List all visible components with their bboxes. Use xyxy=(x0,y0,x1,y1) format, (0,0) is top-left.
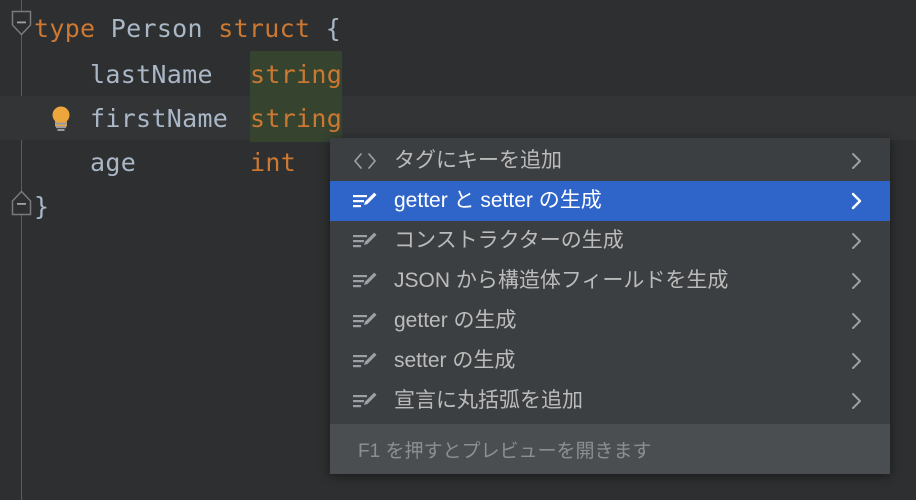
menu-item-label: getter の生成 xyxy=(394,308,517,332)
menu-item-add-parentheses-to-declaration[interactable]: 宣言に丸括弧を追加 xyxy=(330,381,890,421)
chevron-right-icon[interactable] xyxy=(850,151,864,171)
generate-pencil-icon xyxy=(352,389,382,413)
menu-item-label: 宣言に丸括弧を追加 xyxy=(394,388,583,412)
chevron-right-icon[interactable] xyxy=(850,311,864,331)
menu-item-generate-constructor[interactable]: コンストラクターの生成 xyxy=(330,221,890,261)
menu-item-label: タグにキーを追加 xyxy=(394,148,562,172)
code-line-3[interactable]: firstName string xyxy=(0,94,916,142)
code-line-2-field-name: lastName xyxy=(90,59,213,89)
chevron-right-icon[interactable] xyxy=(850,391,864,411)
token-keyword-struct: struct xyxy=(218,13,311,43)
generate-pencil-icon xyxy=(352,349,382,373)
code-line-2-type: string xyxy=(250,50,343,98)
menu-item-generate-struct-fields-from-json[interactable]: JSON から構造体フィールドを生成 xyxy=(330,261,890,301)
menu-footer-hint-text: F1 を押すとプレビューを開きます xyxy=(358,441,652,462)
generate-pencil-icon xyxy=(352,189,382,213)
menu-item-generate-getter[interactable]: getter の生成 xyxy=(330,301,890,341)
code-line-3-type: string xyxy=(250,94,343,142)
token-keyword-type: type xyxy=(34,13,96,43)
menu-item-generate-setter[interactable]: setter の生成 xyxy=(330,341,890,381)
generate-pencil-icon xyxy=(352,269,382,293)
token-brace-open: { xyxy=(325,13,342,43)
code-line-4-field-name: age xyxy=(90,147,137,177)
code-line-4-type: int xyxy=(250,147,297,177)
menu-item-list: タグにキーを追加 getter と setter の生成 コンストラクターの生成… xyxy=(330,138,890,424)
generate-pencil-icon xyxy=(352,309,382,333)
menu-item-add-key-to-tag[interactable]: タグにキーを追加 xyxy=(330,141,890,181)
generate-context-menu[interactable]: タグにキーを追加 getter と setter の生成 コンストラクターの生成… xyxy=(330,138,890,474)
token-identifier-person: Person xyxy=(110,13,203,43)
code-line-1[interactable]: type Person struct { xyxy=(0,6,916,50)
angle-brackets-icon xyxy=(352,149,382,173)
code-line-3-field-name: firstName xyxy=(90,103,229,133)
app-window: type Person struct { lastName string fir… xyxy=(0,0,916,500)
lightbulb-icon[interactable] xyxy=(50,105,72,131)
code-line-2[interactable]: lastName string xyxy=(0,50,916,98)
chevron-right-icon[interactable] xyxy=(850,351,864,371)
menu-item-label: setter の生成 xyxy=(394,348,516,372)
menu-item-label: コンストラクターの生成 xyxy=(394,228,624,252)
menu-item-label: getter と setter の生成 xyxy=(394,188,602,212)
chevron-right-icon[interactable] xyxy=(850,271,864,291)
chevron-right-icon[interactable] xyxy=(850,231,864,251)
menu-footer-hint: F1 を押すとプレビューを開きます xyxy=(330,424,890,474)
menu-item-label: JSON から構造体フィールドを生成 xyxy=(394,268,729,292)
chevron-right-icon[interactable] xyxy=(850,191,864,211)
generate-pencil-icon xyxy=(352,229,382,253)
code-line-5-brace-close: } xyxy=(34,191,50,221)
code-line-1-text: type Person struct { xyxy=(34,14,341,43)
menu-item-generate-getter-and-setter[interactable]: getter と setter の生成 xyxy=(330,181,890,221)
